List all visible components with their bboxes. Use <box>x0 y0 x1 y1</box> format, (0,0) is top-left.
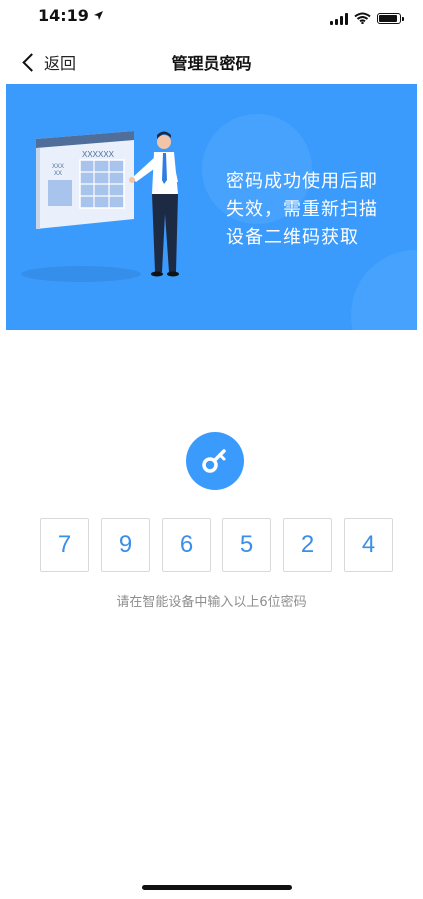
info-banner: XXXXXX XXX XX 密码成功使用后即 失效，需重新扫描 设备二维码获取 <box>6 84 417 330</box>
banner-message: 密码成功使用后即 失效，需重新扫描 设备二维码获取 <box>226 168 406 252</box>
status-bar: 14:19 <box>0 0 423 36</box>
code-digit: 5 <box>222 518 271 572</box>
code-digit: 7 <box>40 518 89 572</box>
code-digit: 6 <box>162 518 211 572</box>
banner-line: 失效，需重新扫描 <box>226 199 378 220</box>
board-text: XXXXXX <box>82 150 115 159</box>
banner-line: 设备二维码获取 <box>226 227 359 248</box>
password-code: 7 9 6 5 2 4 <box>40 518 393 574</box>
banner-decoration-circle <box>351 250 417 330</box>
time-text: 14:19 <box>38 6 89 25</box>
status-time: 14:19 <box>38 6 104 25</box>
battery-icon <box>377 13 404 24</box>
code-digit: 4 <box>344 518 393 572</box>
status-icons <box>330 9 404 28</box>
home-indicator[interactable] <box>142 885 292 890</box>
code-digit: 9 <box>101 518 150 572</box>
board-text: XXX <box>52 164 64 170</box>
location-arrow-icon <box>93 6 104 25</box>
cellular-signal-icon <box>330 12 348 25</box>
page-title: 管理员密码 <box>171 54 252 73</box>
presenter-illustration: XXXXXX XXX XX <box>21 131 179 282</box>
banner-line: 密码成功使用后即 <box>226 171 378 192</box>
key-icon <box>186 432 244 490</box>
code-digit: 2 <box>283 518 332 572</box>
wifi-icon <box>354 9 371 28</box>
navigation-bar: 返回 管理员密码 <box>0 40 423 84</box>
code-hint: 请在智能设备中输入以上6位密码 <box>116 595 307 610</box>
board-text: XX <box>54 171 62 177</box>
